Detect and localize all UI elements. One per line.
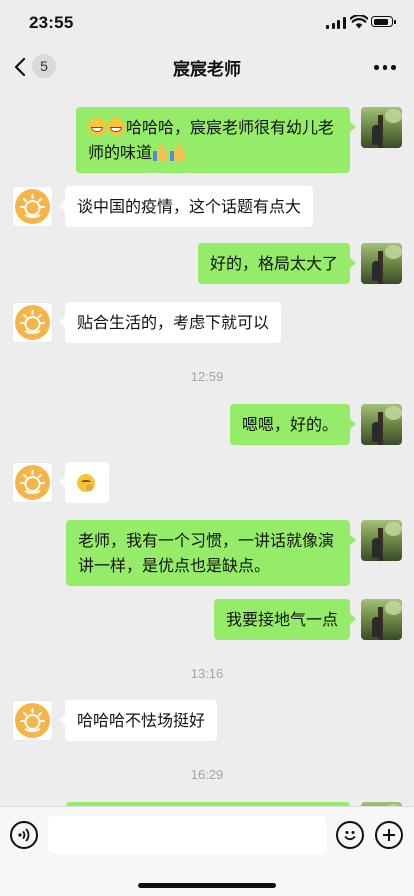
back-chevron-icon[interactable] [13, 57, 27, 77]
self-avatar[interactable] [361, 520, 402, 561]
message-bubble-self[interactable]: 我要接地气一点 [213, 599, 357, 640]
message-list[interactable]: 哈哈哈，宸宸老师很有幼儿老师的味道 谈中国的疫情，这个话题有点大 好的，格局太大… [0, 88, 414, 806]
message-bubble-self[interactable]: 好的，格局太大了 [197, 243, 357, 284]
thinking-face-emoji-icon [77, 474, 95, 492]
chat-screen: 23:55 5 宸宸老师 哈哈哈，宸宸老师很有幼儿老师的味道 谈中国的疫情，这个… [0, 0, 414, 896]
message-text: 哈哈哈，宸宸老师很有幼儿老师的味道 [88, 118, 335, 162]
contact-avatar[interactable] [12, 302, 53, 343]
chat-title: 宸宸老师 [173, 60, 241, 80]
status-time: 23:55 [29, 13, 74, 32]
unread-count-badge[interactable]: 5 [32, 54, 56, 78]
signal-icon [326, 17, 346, 29]
grinning-face-emoji-icon [88, 118, 106, 136]
message-bubble-other[interactable] [59, 462, 109, 503]
sun-logo-icon [20, 470, 45, 494]
more-options-icon[interactable] [374, 65, 396, 71]
contact-avatar[interactable] [12, 462, 53, 503]
timestamp: 16:29 [190, 767, 224, 782]
self-avatar[interactable] [361, 243, 402, 284]
battery-icon [371, 16, 396, 27]
voice-input-button[interactable] [10, 821, 38, 849]
message-bubble-other[interactable]: 贴合生活的，考虑下就可以 [58, 302, 282, 343]
thumbs-up-emoji-icon [170, 144, 186, 161]
message-bubble-self[interactable]: 哈哈哈，宸宸老师很有幼儿老师的味道 [76, 107, 356, 173]
sun-logo-icon [20, 194, 45, 218]
message-bubble-self[interactable]: 嗯嗯，好的。 [229, 404, 357, 445]
status-bar: 23:55 [0, 0, 414, 48]
sun-logo-icon [20, 708, 45, 732]
thumbs-up-emoji-icon [153, 144, 169, 161]
self-avatar[interactable] [361, 599, 402, 640]
self-avatar[interactable] [361, 107, 402, 148]
sun-logo-icon [20, 310, 45, 334]
timestamp: 12:59 [190, 369, 224, 384]
message-bubble-self[interactable]: 老师，我有一个习惯，一讲话就像演讲一样，是优点也是缺点。 [66, 520, 356, 586]
self-avatar[interactable] [361, 404, 402, 445]
grinning-face-emoji-icon [107, 118, 125, 136]
timestamp: 13:16 [190, 666, 224, 681]
message-bubble-other[interactable]: 哈哈哈不怯场挺好 [58, 700, 218, 741]
message-input[interactable] [48, 816, 326, 854]
wifi-icon [350, 15, 368, 29]
voice-wave-icon [18, 828, 30, 842]
input-bar [0, 806, 414, 896]
home-indicator [138, 883, 276, 888]
contact-avatar[interactable] [12, 700, 53, 741]
emoji-button[interactable] [336, 821, 364, 849]
more-functions-button[interactable] [375, 821, 403, 849]
contact-avatar[interactable] [12, 186, 53, 227]
message-bubble-other[interactable]: 谈中国的疫情，这个话题有点大 [58, 186, 314, 227]
nav-bar: 5 宸宸老师 [0, 48, 414, 88]
smiley-icon [344, 831, 356, 841]
